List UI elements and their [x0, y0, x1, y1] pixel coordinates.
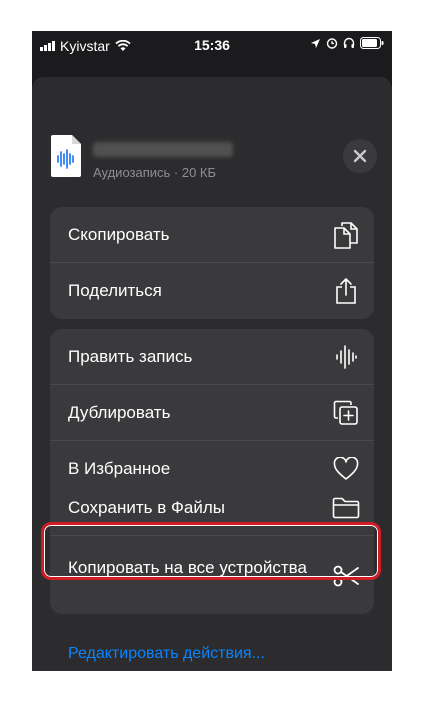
action-label: Поделиться: [68, 281, 162, 300]
scissors-icon: [332, 562, 360, 590]
battery-icon: [360, 37, 384, 49]
folder-icon: [332, 494, 360, 522]
close-icon: [353, 149, 367, 163]
copy-icon: [332, 221, 360, 249]
audio-file-icon: [51, 135, 81, 177]
copy-to-devices-action[interactable]: Копировать на все устройства: [50, 536, 374, 614]
heart-icon: [332, 455, 360, 483]
action-group-1: Скопировать Поделиться: [50, 207, 374, 319]
waveform-icon: [332, 343, 360, 371]
phone-screen: Kyivstar 15:36 Аудиозапись · 20 КБ Скопи…: [32, 31, 392, 671]
save-to-files-action[interactable]: Сохранить в Файлы: [50, 480, 374, 536]
share-icon: [332, 277, 360, 305]
alarm-icon: [326, 38, 338, 49]
headphones-icon: [343, 37, 355, 48]
location-icon: [311, 38, 320, 48]
action-label: Скопировать: [68, 224, 170, 244]
action-label: Дублировать: [68, 402, 171, 422]
close-button[interactable]: [343, 139, 377, 173]
status-right: [310, 37, 384, 49]
action-label: Править запись: [68, 346, 193, 366]
action-group-3: Сохранить в Файлы Копировать на все устр…: [50, 480, 374, 614]
file-meta: Аудиозапись · 20 КБ: [93, 165, 217, 180]
duplicate-action[interactable]: Дублировать: [50, 385, 374, 441]
edit-recording-action[interactable]: Править запись: [50, 329, 374, 385]
duplicate-icon: [332, 399, 360, 427]
action-label: Копировать на все устройства: [68, 558, 307, 577]
action-sheet: Аудиозапись · 20 КБ Скопировать Поделить…: [32, 77, 392, 671]
share-action[interactable]: Поделиться: [50, 263, 374, 319]
copy-action[interactable]: Скопировать: [50, 207, 374, 263]
sheet-header: Аудиозапись · 20 КБ: [32, 77, 392, 187]
action-label: В Избранное: [68, 459, 171, 478]
action-group-2: Править запись Дублировать В Избранное: [50, 329, 374, 497]
action-label: Сохранить в Файлы: [68, 497, 225, 517]
edit-actions-link[interactable]: Редактировать действия...: [68, 645, 265, 663]
status-bar: Kyivstar 15:36: [32, 31, 392, 59]
file-name-blurred: [93, 142, 233, 157]
